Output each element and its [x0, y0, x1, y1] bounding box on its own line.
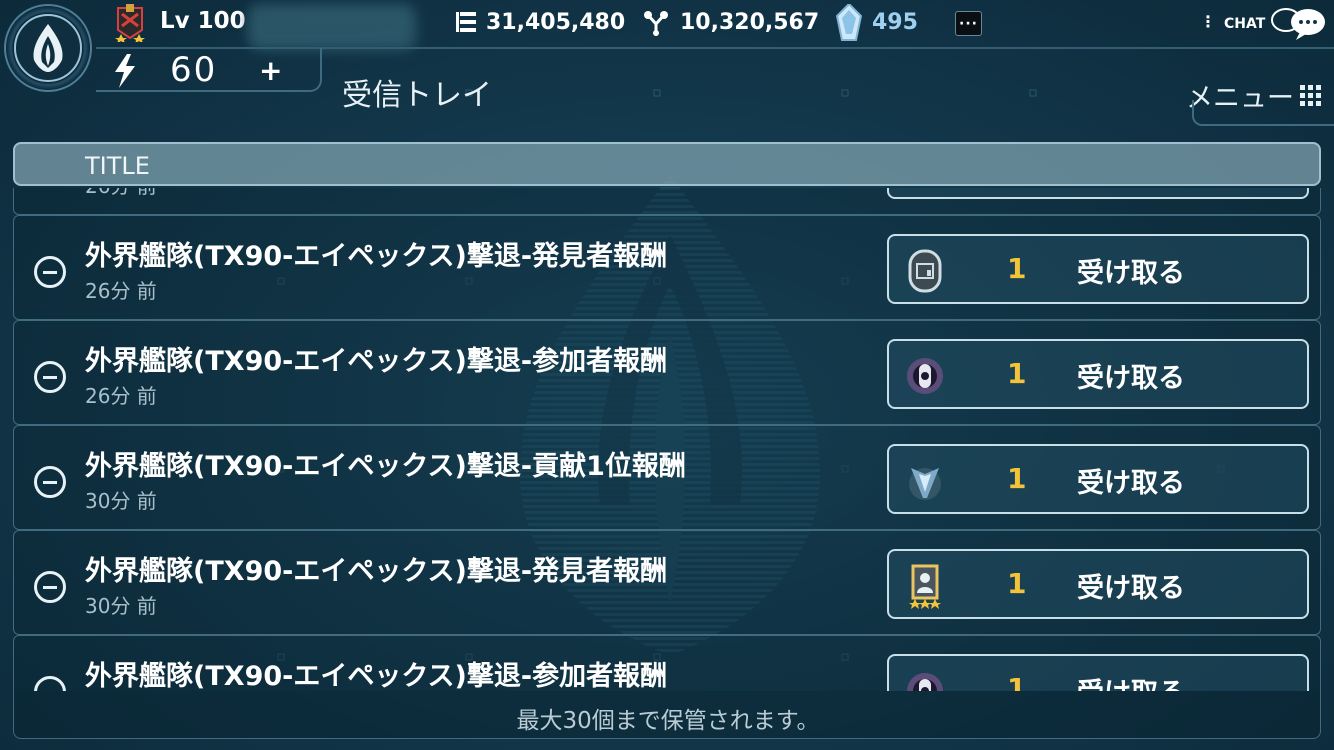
pilot-card-icon: [909, 564, 941, 609]
faction-crest-icon: [14, 14, 82, 82]
claim-label: 受け取る: [1077, 363, 1185, 394]
energy-bolt-icon: [115, 54, 135, 88]
list-item-time: 26分 前: [85, 188, 157, 199]
chat-bubble-icon[interactable]: [1270, 4, 1328, 42]
list-item-time: 30分 前: [85, 489, 157, 513]
list-item: 外界艦隊(TX90-エイペックス)撃退-参加者報酬 1 受け取る: [13, 635, 1321, 691]
claim-button[interactable]: 1 受け取る: [887, 444, 1309, 514]
storage-note-bar: 最大30個まで保管されます。: [13, 691, 1321, 739]
gems-value: 495: [872, 10, 918, 35]
list-item-time: 26分 前: [85, 279, 157, 303]
inbox-list[interactable]: 26分 前 外界艦隊(TX90-エイペックス)撃退-発見者報酬 26分 前 1 …: [13, 188, 1321, 691]
player-level: Lv 100: [160, 8, 246, 34]
chat-label[interactable]: CHAT: [1224, 16, 1265, 32]
list-item-title: 外界艦隊(TX90-エイペックス)撃退-参加者報酬: [85, 661, 668, 691]
more-options-button[interactable]: ···: [955, 11, 982, 36]
list-item: 外界艦隊(TX90-エイペックス)撃退-発見者報酬 30分 前 1 受け取る: [13, 530, 1321, 635]
rank-badge-icon: [115, 4, 145, 42]
crystal-shard-icon: [909, 468, 941, 500]
column-header: TITLE: [13, 142, 1321, 186]
list-item-title: 外界艦隊(TX90-エイペックス)撃退-貢献1位報酬: [85, 451, 686, 482]
credits-icon: [456, 12, 476, 32]
vertical-dots-icon[interactable]: ⋮: [1200, 12, 1216, 31]
data-chip-icon: [908, 249, 942, 293]
claim-button[interactable]: 1 受け取る: [887, 549, 1309, 619]
collapse-icon[interactable]: [34, 466, 66, 498]
resources-value: 10,320,567: [680, 10, 820, 35]
list-item-title: 外界艦隊(TX90-エイペックス)撃退-参加者報酬: [85, 346, 668, 377]
reward-quantity: 1: [1007, 252, 1027, 285]
claim-button[interactable]: 1 受け取る: [887, 339, 1309, 409]
claim-button-partial[interactable]: [887, 188, 1309, 199]
core-orb-icon: [907, 673, 943, 691]
list-item-title: 外界艦隊(TX90-エイペックス)撃退-発見者報酬: [85, 556, 668, 587]
list-item: 外界艦隊(TX90-エイペックス)撃退-発見者報酬 26分 前 1 受け取る: [13, 215, 1321, 320]
player-name-redacted: [248, 4, 416, 50]
reward-quantity: 1: [1007, 672, 1027, 691]
energy-value: 60: [170, 50, 218, 90]
page-title: 受信トレイ: [342, 78, 492, 113]
collapse-icon[interactable]: [34, 676, 66, 691]
list-item-time: 26分 前: [85, 384, 157, 408]
claim-label: 受け取る: [1077, 573, 1185, 604]
player-avatar[interactable]: [4, 4, 92, 92]
core-orb-icon: [907, 358, 943, 394]
column-title-label: TITLE: [85, 152, 150, 180]
claim-button[interactable]: 1 受け取る: [887, 234, 1309, 304]
list-item: 外界艦隊(TX90-エイペックス)撃退-参加者報酬 26分 前 1 受け取る: [13, 320, 1321, 425]
credits-value: 31,405,480: [486, 10, 626, 35]
storage-note: 最大30個まで保管されます。: [516, 708, 820, 734]
reward-quantity: 1: [1007, 567, 1027, 600]
claim-label: 受け取る: [1077, 468, 1185, 499]
reward-quantity: 1: [1007, 462, 1027, 495]
claim-button[interactable]: 1 受け取る: [887, 654, 1309, 691]
top-status-bar: Lv 100 31,405,480 10,320,567 495 ··· ⋮ C…: [0, 0, 1334, 92]
collapse-icon[interactable]: [34, 361, 66, 393]
energy-add-button[interactable]: +: [259, 54, 282, 87]
resource-node-icon: [644, 11, 668, 36]
reward-quantity: 1: [1007, 357, 1027, 390]
collapse-icon[interactable]: [34, 256, 66, 288]
claim-label: 受け取る: [1077, 258, 1185, 289]
gem-icon: [836, 4, 862, 41]
list-item-partial: 26分 前: [13, 188, 1321, 215]
claim-label: 受け取る: [1077, 671, 1185, 691]
collapse-icon[interactable]: [34, 571, 66, 603]
menu-frame: [1192, 100, 1334, 126]
list-item-time: 30分 前: [85, 594, 157, 618]
list-item: 外界艦隊(TX90-エイペックス)撃退-貢献1位報酬 30分 前 1 受け取る: [13, 425, 1321, 530]
list-item-title: 外界艦隊(TX90-エイペックス)撃退-発見者報酬: [85, 241, 668, 272]
